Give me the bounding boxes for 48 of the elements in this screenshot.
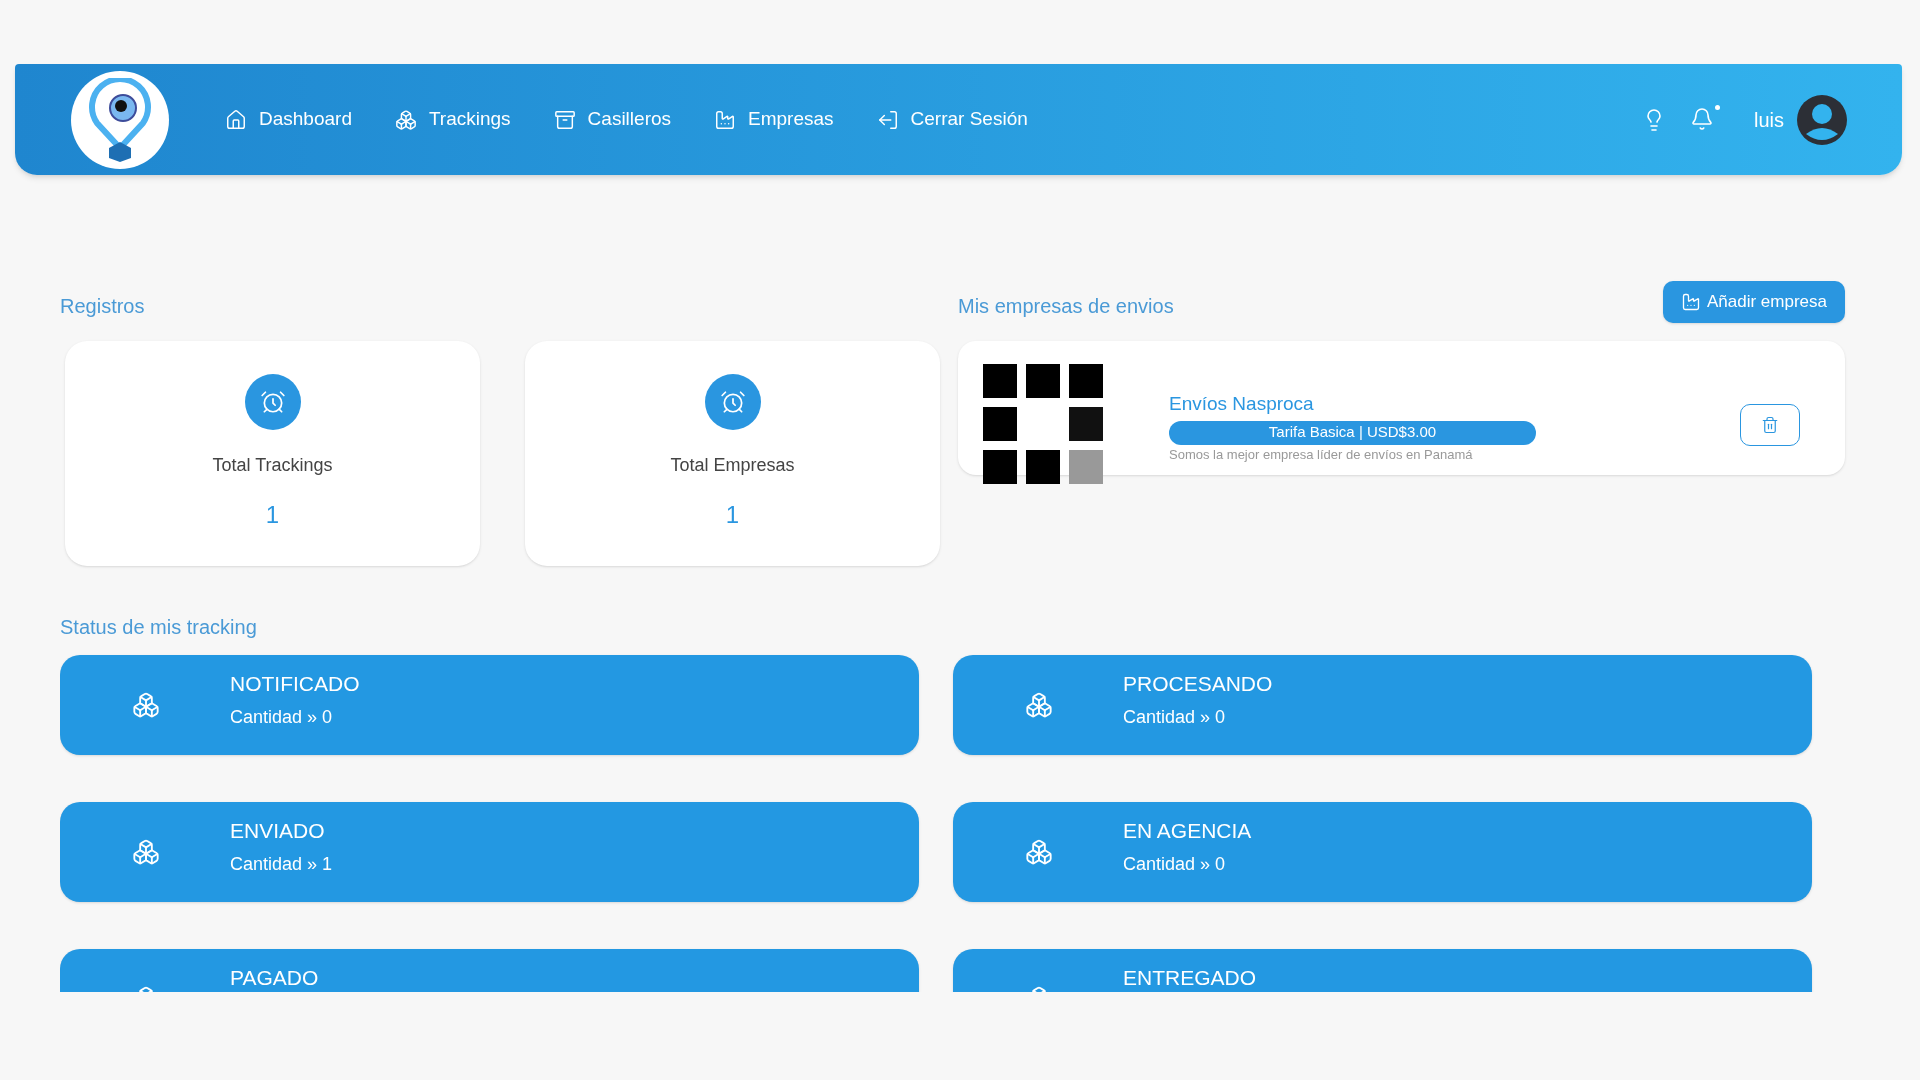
status-name: ENVIADO — [230, 818, 326, 844]
company-name: Envíos Nasproca — [1169, 392, 1315, 416]
nav-link[interactable]: Casilleros — [553, 105, 672, 134]
boxes-icon — [394, 108, 417, 131]
stat-value: 1 — [265, 500, 280, 530]
status-count: Cantidad » 0 — [1123, 852, 1227, 876]
pin-eye-logo-icon — [87, 77, 153, 162]
status-card[interactable]: ENVIADO Cantidad » 1 — [60, 802, 919, 902]
tariff-badge: Tarifa Basica | USD$3.00 — [1169, 420, 1536, 445]
boxes-icon — [1025, 838, 1053, 866]
status-card[interactable]: EN AGENCIA Cantidad » 0 — [953, 802, 1812, 902]
user-avatar-icon[interactable] — [1796, 93, 1848, 146]
boxes-icon — [132, 838, 160, 866]
status-name: ENTREGADO — [1123, 965, 1256, 991]
status-count: Cantidad » 0 — [1123, 705, 1227, 729]
nav-link[interactable]: Empresas — [714, 105, 834, 134]
section-title: Registros — [60, 294, 146, 319]
company-description: Somos la mejor empresa líder de envíos en Panamá — [1169, 445, 1474, 464]
status-count: Cantidad » 1 — [230, 852, 333, 876]
factory-icon — [1681, 292, 1701, 312]
user-name: luis — [1754, 107, 1784, 133]
nav-link[interactable]: Trackings — [394, 105, 511, 134]
nav-link[interactable]: Cerrar Sesión — [876, 105, 1028, 134]
status-name: PROCESANDO — [1123, 671, 1273, 697]
delete-button[interactable] — [1740, 404, 1800, 446]
section-title: Status de mis tracking — [60, 615, 258, 640]
stat-value: 1 — [725, 500, 740, 530]
status-card[interactable]: NOTIFICADO Cantidad » 0 — [60, 655, 919, 755]
status-card[interactable]: PROCESANDO Cantidad » 0 — [953, 655, 1812, 755]
archive-icon — [553, 108, 576, 131]
stat-label: Total Trackings — [212, 454, 333, 477]
factory-icon — [714, 108, 737, 131]
home-icon — [225, 108, 247, 131]
status-name: PAGADO — [230, 965, 319, 991]
trash-icon — [1761, 416, 1779, 434]
nav-link[interactable]: Dashboard — [225, 105, 352, 134]
boxes-icon — [132, 691, 160, 719]
bell-icon — [1690, 106, 1714, 131]
status-name: NOTIFICADO — [230, 671, 360, 697]
status-count: Cantidad » 0 — [230, 705, 334, 729]
boxes-icon — [1025, 691, 1053, 719]
stat-label: Total Empresas — [670, 454, 795, 477]
section-title: Mis empresas de envios — [958, 294, 1174, 319]
add-company-button[interactable]: Añadir empresa — [1663, 281, 1845, 323]
logout-icon — [876, 108, 899, 131]
status-card[interactable]: ENTREGADO — [953, 949, 1812, 992]
status-name: EN AGENCIA — [1123, 818, 1252, 844]
status-card[interactable]: PAGADO — [60, 949, 919, 992]
